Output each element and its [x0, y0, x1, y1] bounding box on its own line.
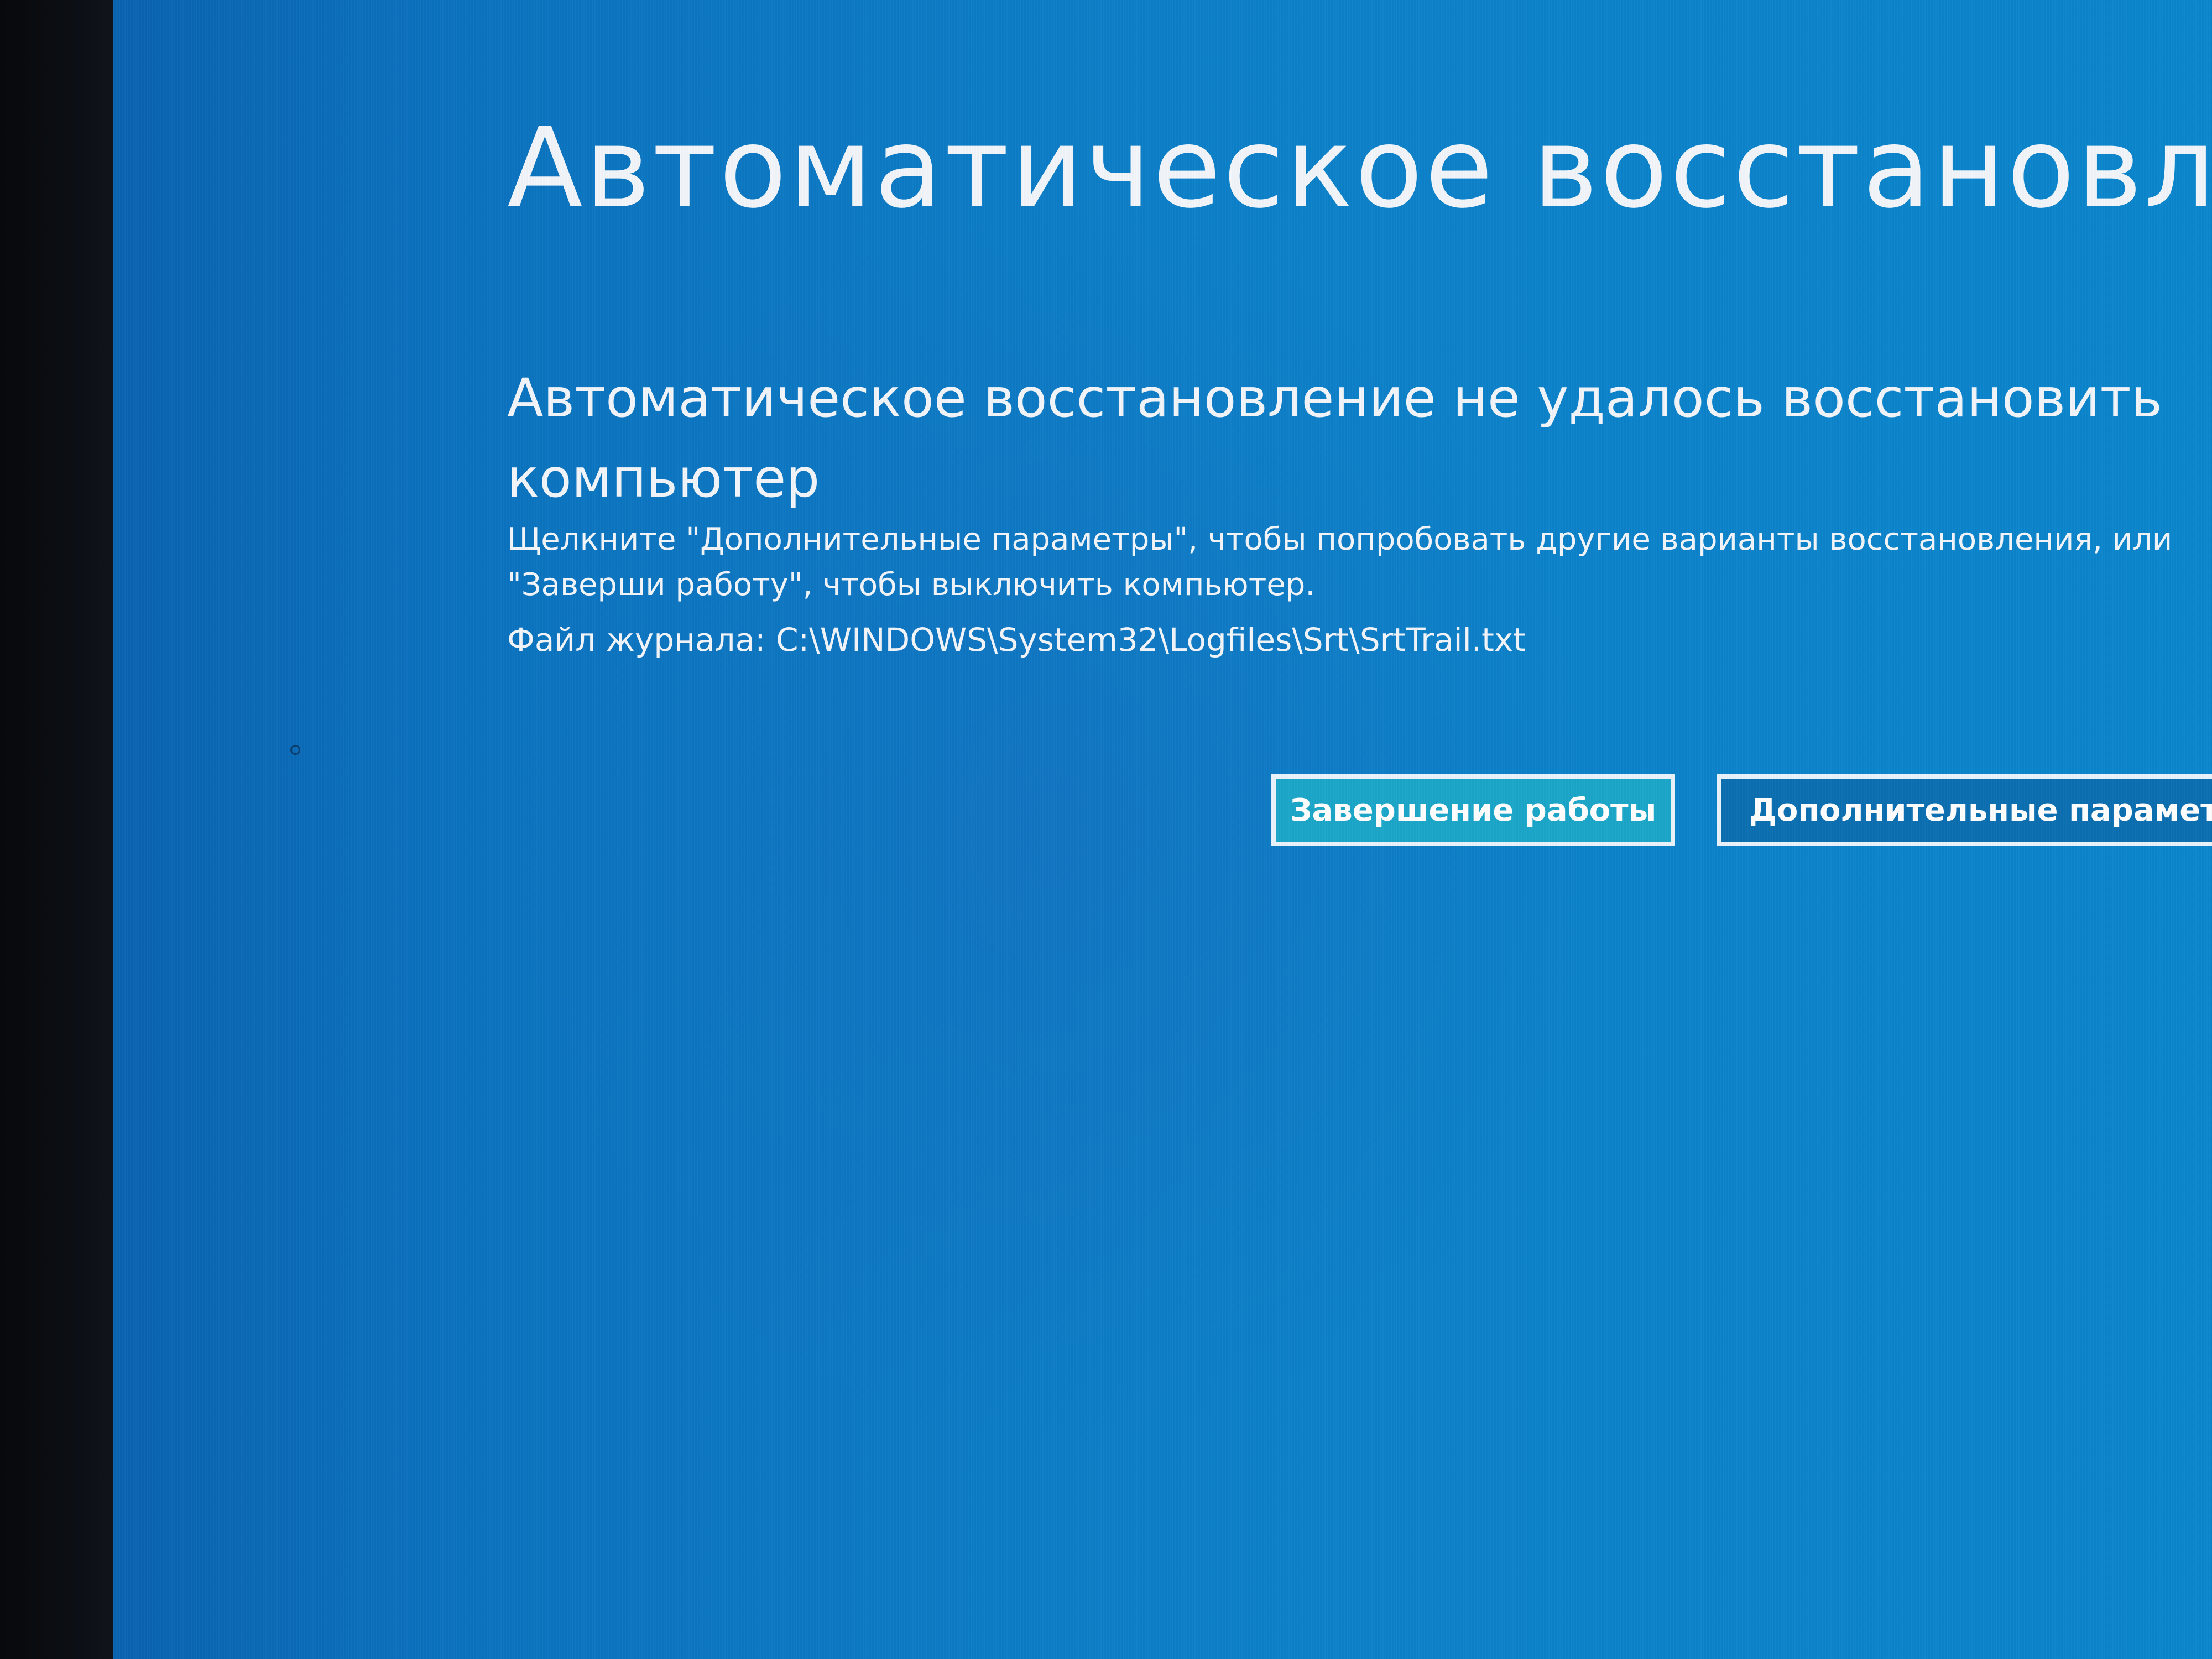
logfile-line: Файл журнала: C:\WINDOWS\System32\Logfil… [507, 620, 1526, 659]
shutdown-button-label: Завершение работы [1290, 792, 1657, 828]
page-title: Автоматическое восстановлени [507, 104, 2212, 233]
logfile-label: Файл журнала: [507, 621, 766, 659]
recovery-screen: Автоматическое восстановлени Автоматичес… [113, 0, 2212, 1659]
shutdown-button[interactable]: Завершение работы [1271, 774, 1675, 846]
advanced-options-button[interactable]: Дополнительные параметры [1717, 774, 2212, 846]
instructions-text: Щелкните "Дополнительные параметры", что… [507, 521, 2173, 603]
advanced-options-button-label: Дополнительные параметры [1749, 792, 2212, 828]
logfile-path: C:\WINDOWS\System32\Logfiles\Srt\SrtTrai… [776, 621, 1526, 659]
screen-speck [290, 745, 300, 755]
error-heading: Автоматическое восстановление не удалось… [507, 367, 2163, 509]
